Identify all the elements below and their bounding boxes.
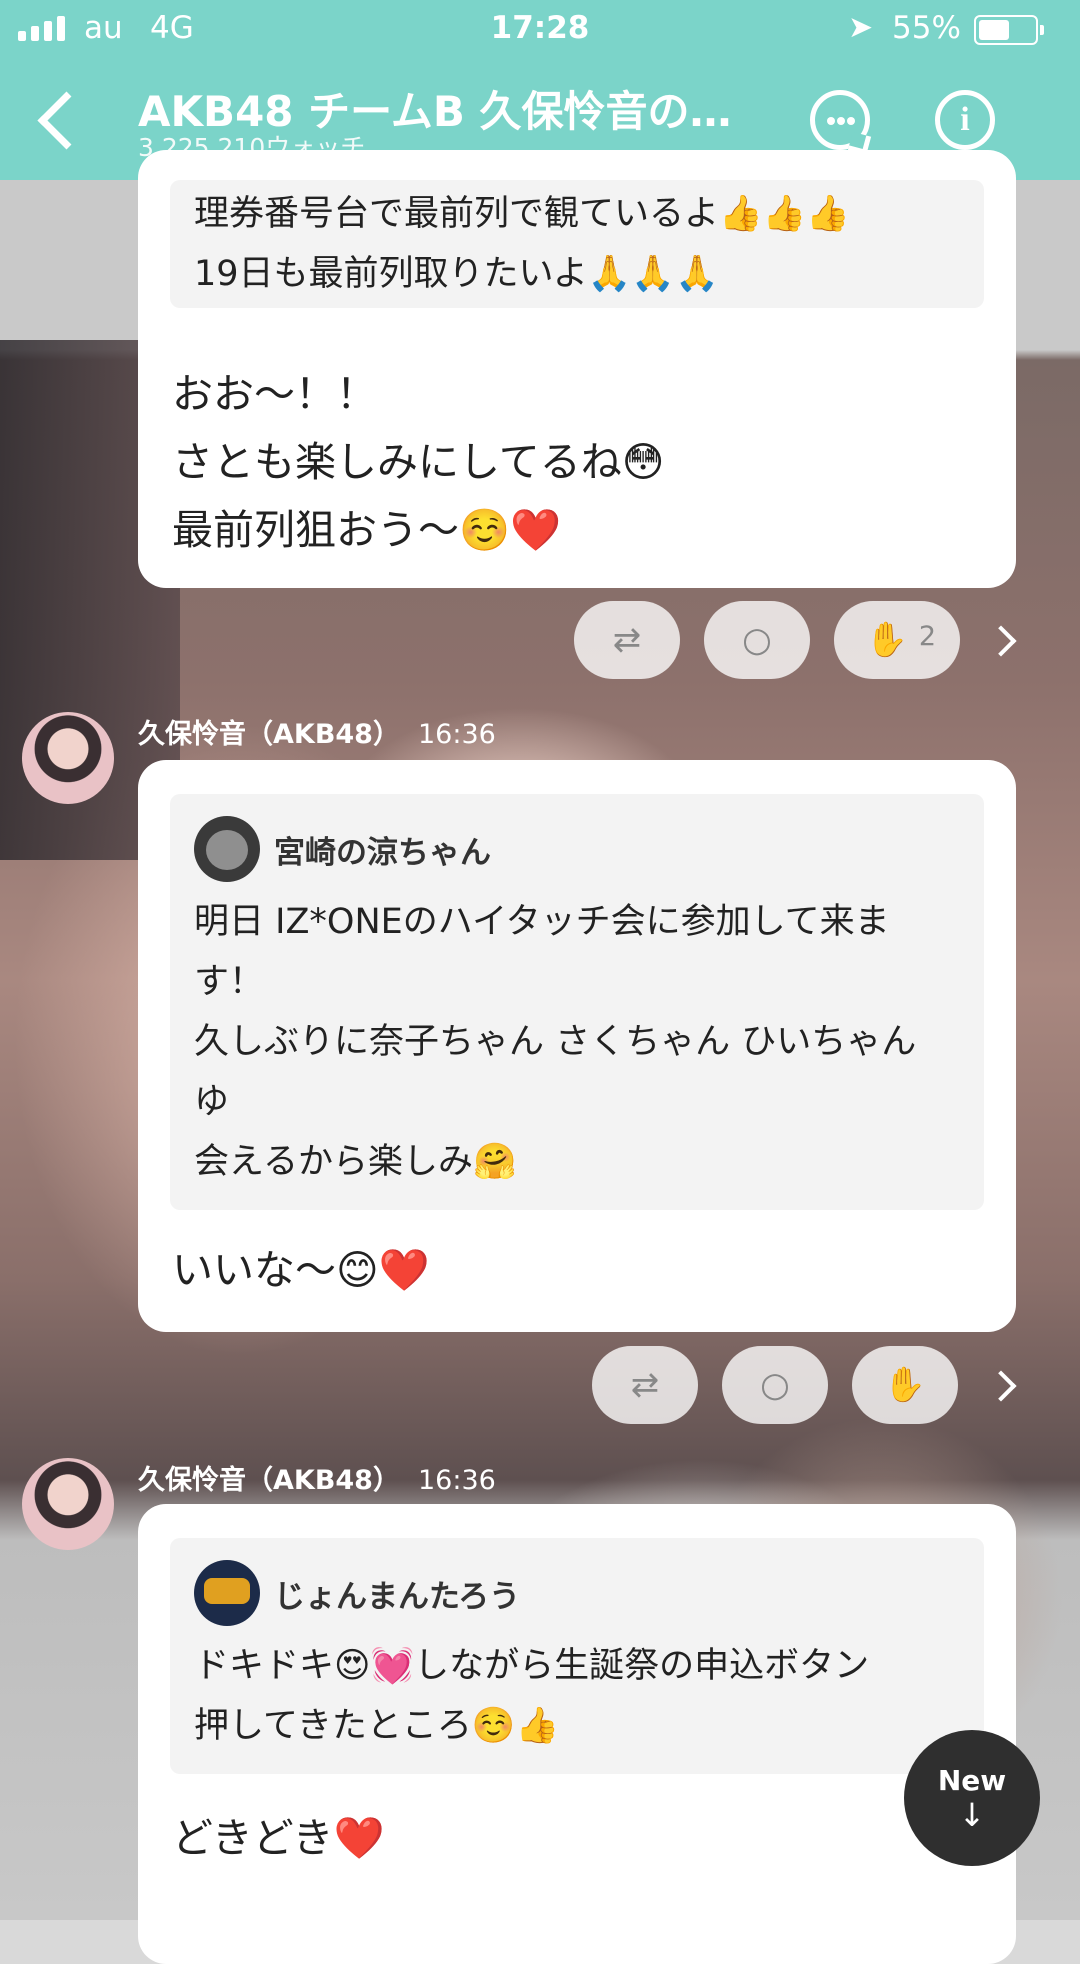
sender-info: 久保怜音（AKB48） 16:36 xyxy=(138,712,496,751)
message-bubble: じょんまんたろう ドキドキ😍💓しながら生誕祭の申込ボタン 押してきたところ☺️👍… xyxy=(138,1504,1016,1964)
clap-button[interactable]: ✋ xyxy=(852,1346,958,1424)
sender-name: 久保怜音（AKB48） xyxy=(138,719,400,750)
sender-info: 久保怜音（AKB48） 16:36 xyxy=(138,1458,496,1497)
reply-text: どきどき❤️ xyxy=(172,1804,385,1872)
quote-line: 久しぶりに奈子ちゃん さくちゃん ひいちゃん xyxy=(194,1022,917,1062)
retweet-button[interactable]: ⇄ xyxy=(592,1346,698,1424)
reply-line: 最前列狙おう〜☺️❤️ xyxy=(172,506,562,554)
retweet-button[interactable]: ⇄ xyxy=(574,601,680,679)
message-time: 16:36 xyxy=(417,719,496,750)
quote-author-name: 宮崎の涼ちゃん xyxy=(274,834,491,871)
avatar[interactable] xyxy=(22,1458,114,1550)
quote-author-avatar xyxy=(194,1560,260,1626)
quote-line: 理券番号台で最前列で観ているよ👍👍👍 xyxy=(194,194,850,234)
info-icon[interactable]: i xyxy=(935,90,995,150)
quote-line: ドキドキ😍💓しながら生誕祭の申込ボタン xyxy=(194,1646,870,1686)
message-bubble: 理券番号台で最前列で観ているよ👍👍👍 19日も最前列取りたいよ🙏🙏🙏 おお〜！！… xyxy=(138,150,1016,588)
quote-line: 押してきたところ☺️👍 xyxy=(194,1706,560,1746)
battery-percent: 55% xyxy=(892,10,961,46)
quote-line: 明日 IZ*ONEのハイタッチ会に参加して来ま xyxy=(194,902,890,942)
chat-icon[interactable] xyxy=(810,90,870,150)
clap-icon: ✋ xyxy=(883,1365,927,1405)
sender-name: 久保怜音（AKB48） xyxy=(138,1465,400,1496)
status-bar: au 4G 17:28 ➤ 55% xyxy=(0,0,1080,58)
reply-text: おお〜！！ さとも楽しみにしてるね😳 最前列狙おう〜☺️❤️ xyxy=(172,360,665,564)
comment-button[interactable]: ○ xyxy=(722,1346,828,1424)
quote-line: 19日も最前列取りたいよ🙏🙏🙏 xyxy=(194,254,719,294)
reply-line: おお〜！！ xyxy=(172,370,377,418)
retweet-icon: ⇄ xyxy=(630,1365,660,1405)
new-button-label: New xyxy=(937,1764,1007,1797)
reply-text: いいな〜😊❤️ xyxy=(172,1236,430,1304)
comment-icon: ○ xyxy=(760,1365,790,1405)
clap-count: 2 xyxy=(918,621,936,652)
message-time: 16:36 xyxy=(417,1465,496,1496)
quote-line: ゆ xyxy=(194,1082,230,1122)
quote-author-name: じょんまんたろう xyxy=(274,1578,521,1615)
quote-author-avatar xyxy=(194,816,260,882)
avatar[interactable] xyxy=(22,712,114,804)
clap-button[interactable]: ✋ 2 xyxy=(834,601,960,679)
clap-icon: ✋ xyxy=(865,620,909,660)
quoted-message: 宮崎の涼ちゃん 明日 IZ*ONEのハイタッチ会に参加して来ま す！ 久しぶりに… xyxy=(170,794,984,1210)
arrow-down-icon: ↓ xyxy=(958,1796,986,1834)
comment-icon: ○ xyxy=(742,620,772,660)
comment-button[interactable]: ○ xyxy=(704,601,810,679)
quoted-message: 理券番号台で最前列で観ているよ👍👍👍 19日も最前列取りたいよ🙏🙏🙏 xyxy=(170,180,984,308)
retweet-icon: ⇄ xyxy=(612,620,642,660)
message-bubble: 宮崎の涼ちゃん 明日 IZ*ONEのハイタッチ会に参加して来ま す！ 久しぶりに… xyxy=(138,760,1016,1332)
reply-line: さとも楽しみにしてるね😳 xyxy=(172,438,665,486)
reply-line: どきどき❤️ xyxy=(172,1814,385,1862)
battery-icon xyxy=(974,15,1044,45)
reply-line: いいな〜😊❤️ xyxy=(172,1246,430,1294)
quoted-message: じょんまんたろう ドキドキ😍💓しながら生誕祭の申込ボタン 押してきたところ☺️👍 xyxy=(170,1538,984,1774)
location-icon: ➤ xyxy=(848,10,874,45)
back-icon[interactable] xyxy=(24,86,84,156)
quote-line: す！ xyxy=(194,962,265,1002)
new-messages-button[interactable]: New ↓ xyxy=(904,1730,1040,1866)
quote-line: 会えるから楽しみ🤗 xyxy=(194,1142,517,1182)
